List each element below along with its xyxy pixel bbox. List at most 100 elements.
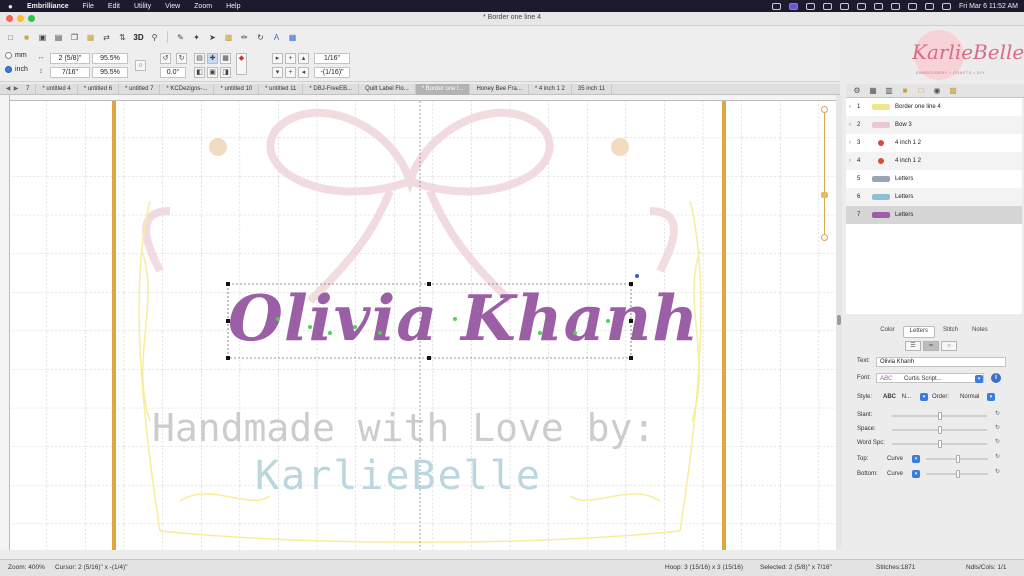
align-circle-icon[interactable]: ○ — [941, 341, 957, 351]
settings-gear-icon[interactable]: ⚙ — [852, 86, 862, 96]
word-spacing-reset-icon[interactable]: ↻ — [994, 439, 1001, 446]
layer-row[interactable]: › 2 Bow 3 — [846, 116, 1022, 134]
top-curve-select[interactable]: Curve ▾ — [884, 454, 920, 464]
zoom-slider-knob[interactable] — [821, 192, 828, 198]
tab-scroll-left-icon[interactable]: ◀ — [4, 85, 12, 93]
pin-icon[interactable]: ✦ — [190, 31, 203, 44]
unit-inch-row[interactable]: inch — [5, 66, 28, 73]
align-bottom-button[interactable]: ▣ — [207, 67, 218, 78]
layer-row[interactable]: › 3 4 inch 1 2 — [846, 134, 1022, 152]
print-icon[interactable]: ▤ — [52, 31, 65, 44]
status-icon[interactable] — [771, 2, 781, 10]
apple-icon[interactable]: ● — [8, 2, 17, 11]
align-grid-button[interactable]: ▦ — [220, 53, 231, 64]
style-select[interactable]: ABC N... ▾ — [880, 392, 928, 402]
nudge-center-button[interactable]: + — [285, 67, 296, 78]
canvas-vertical-scrollbar[interactable] — [836, 95, 842, 550]
document-tab[interactable]: * untitled 7 — [119, 83, 161, 95]
menu-zoom[interactable]: Zoom — [194, 3, 212, 10]
nudge-left-button[interactable]: ◂ — [298, 67, 309, 78]
view-3d-button[interactable]: 3D — [132, 31, 145, 44]
top-curve-slider[interactable] — [926, 455, 988, 463]
lock-proportion-button[interactable]: ○ — [135, 60, 146, 71]
bottom-curve-slider-knob[interactable] — [956, 470, 960, 478]
document-tab[interactable]: * untitled 6 — [78, 83, 120, 95]
camera-icon[interactable]: ◉ — [932, 86, 942, 96]
nudge-up-button[interactable]: ▴ — [298, 53, 309, 64]
chevron-right-icon[interactable]: › — [849, 140, 855, 146]
menu-app-name[interactable]: Embrilliance — [27, 3, 69, 10]
layer-row[interactable]: 6 Letters — [846, 188, 1022, 206]
unit-mm-radio[interactable] — [5, 52, 12, 59]
zoom-slider[interactable] — [821, 106, 829, 241]
ungroup-icon[interactable]: ▥ — [884, 86, 894, 96]
chevron-right-icon[interactable]: › — [849, 104, 855, 110]
document-tab[interactable]: * Border one l... — [415, 83, 471, 95]
unlock-icon[interactable]: □ — [916, 86, 926, 96]
align-center-button[interactable]: ✚ — [207, 53, 218, 64]
measure-ruler-icon[interactable]: ✎ — [174, 31, 187, 44]
document-tab[interactable]: Quilt Label Flo... — [359, 83, 416, 95]
paint-icon[interactable]: ✏ — [238, 31, 251, 44]
document-tab[interactable]: * untitled 11 — [259, 83, 304, 95]
menu-help[interactable]: Help — [226, 3, 240, 10]
zoom-out-icon[interactable] — [821, 234, 828, 241]
order-select[interactable]: Normal ▾ — [957, 392, 995, 402]
new-file-icon[interactable]: □ — [4, 31, 17, 44]
nudge-right-button[interactable]: ▸ — [272, 53, 283, 64]
rotate-handle[interactable] — [635, 274, 639, 278]
status-icon[interactable] — [856, 2, 866, 10]
top-curve-reset-icon[interactable]: ↻ — [994, 454, 1001, 461]
property-tab-color[interactable]: Color — [874, 326, 900, 338]
text-input[interactable]: Olivia Khanh — [876, 357, 1006, 367]
document-tab[interactable]: 7 — [20, 83, 37, 95]
wifi-icon[interactable] — [924, 2, 934, 10]
align-line-icon[interactable]: ☰ — [905, 341, 921, 351]
zoom-in-icon[interactable] — [821, 106, 828, 113]
volume-icon[interactable] — [873, 2, 883, 10]
status-icon[interactable] — [839, 2, 849, 10]
document-tab[interactable]: * DBJ-FreeEB... — [303, 83, 360, 95]
unit-mm-row[interactable]: mm — [5, 52, 27, 59]
height-field[interactable]: 7/16" — [50, 67, 90, 78]
document-tab[interactable]: * KCDezigns-... — [160, 83, 215, 95]
align-left-button[interactable]: ◧ — [194, 67, 205, 78]
nudge-y-field[interactable]: -(1/16)" — [314, 67, 350, 78]
align-baseline-icon[interactable]: ━ — [923, 341, 939, 351]
monogram-icon[interactable]: ▦ — [286, 31, 299, 44]
stitch-simulator-icon[interactable]: ▩ — [222, 31, 235, 44]
rotate-right-button[interactable]: ↻ — [176, 53, 187, 64]
scrollbar-thumb[interactable] — [837, 315, 841, 325]
lock-all-icon[interactable]: ▩ — [948, 86, 958, 96]
battery-icon[interactable] — [907, 2, 917, 10]
nudge-plus-button[interactable]: + — [285, 53, 296, 64]
property-tab-notes[interactable]: Notes — [966, 326, 994, 338]
bottom-curve-select[interactable]: Curve ▾ — [884, 469, 920, 479]
font-select[interactable]: ABC Curtis Script... ▾ — [876, 373, 984, 383]
property-tab-stitch[interactable]: Stitch — [937, 326, 964, 338]
property-tab-letters[interactable]: Letters — [902, 326, 935, 338]
width-percent-field[interactable]: 95.5% — [92, 53, 128, 64]
width-field[interactable]: 2 (5/8)" — [50, 53, 90, 64]
info-icon[interactable]: i — [991, 373, 1001, 383]
mirror-horizontal-icon[interactable]: ⇄ — [100, 31, 113, 44]
space-slider[interactable] — [892, 426, 987, 434]
magnify-icon[interactable]: ⚲ — [148, 31, 161, 44]
bluetooth-icon[interactable] — [890, 2, 900, 10]
needle-color-button[interactable]: ◆ — [236, 53, 247, 75]
chevron-right-icon[interactable]: › — [849, 158, 855, 164]
tab-scroll-right-icon[interactable]: ▶ — [12, 85, 20, 93]
align-right-button[interactable]: ◨ — [220, 67, 231, 78]
document-tab[interactable]: 35 inch 11 — [572, 83, 613, 95]
slant-reset-icon[interactable]: ↻ — [994, 411, 1001, 418]
nudge-down-button[interactable]: ▾ — [272, 67, 283, 78]
menu-edit[interactable]: Edit — [108, 3, 120, 10]
rotation-field[interactable]: 0.0° — [160, 67, 186, 78]
layer-row[interactable]: › 1 Border one line 4 — [846, 98, 1022, 116]
status-icon[interactable] — [805, 2, 815, 10]
layer-row[interactable]: › 4 4 inch 1 2 — [846, 152, 1022, 170]
cloud-icon[interactable] — [822, 2, 832, 10]
word-spacing-slider[interactable] — [892, 440, 987, 448]
merge-icon[interactable]: ↻ — [254, 31, 267, 44]
space-reset-icon[interactable]: ↻ — [994, 425, 1001, 432]
